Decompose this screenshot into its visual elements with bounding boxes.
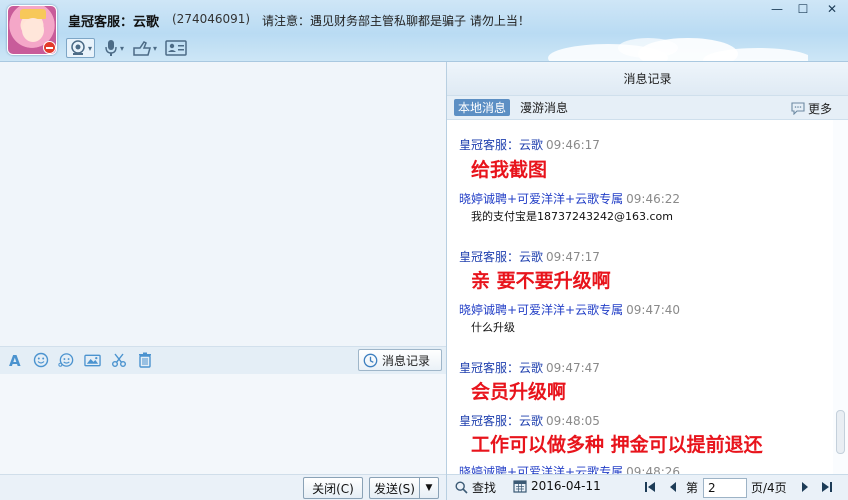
trash-icon[interactable] bbox=[136, 351, 153, 368]
history-title: 消息记录 bbox=[447, 62, 848, 96]
history-tabs: 本地消息 漫游消息 更多 bbox=[447, 96, 848, 120]
history-message-list[interactable]: 皇冠客服：云歌 09:46:17 给我截图 晓婷诚聘+可爱洋洋+云歌专属 09:46… bbox=[447, 120, 833, 474]
microphone-icon bbox=[105, 40, 117, 56]
page-suffix: 页/4页 bbox=[751, 481, 787, 495]
send-options-button[interactable]: ▼ bbox=[419, 477, 439, 499]
tab-local-messages[interactable]: 本地消息 bbox=[454, 99, 511, 116]
message-header: 晓婷诚聘+可爱洋洋+云歌专属 09:46:22 bbox=[459, 190, 680, 207]
magic-emoji-icon[interactable] bbox=[58, 351, 75, 368]
chat-message-area[interactable] bbox=[0, 62, 446, 346]
chevron-down-icon: ▼ bbox=[425, 483, 433, 493]
message-header: 晓婷诚聘+可爱洋洋+云歌专属 09:47:40 bbox=[459, 301, 680, 318]
message-sender[interactable]: 皇冠客服：云歌 bbox=[459, 361, 543, 375]
contact-id: (274046091) bbox=[172, 12, 251, 26]
contact-name[interactable]: 皇冠客服：云歌 bbox=[68, 11, 159, 30]
message-header: 皇冠客服：云歌 09:46:17 bbox=[459, 136, 600, 153]
header-toolbar: ▾ ▾ ▾ bbox=[66, 38, 187, 58]
message-text: 给我截图 bbox=[471, 159, 548, 181]
font-icon[interactable]: A bbox=[6, 351, 23, 368]
message-time: 09:48:05 bbox=[546, 414, 600, 428]
message-sender[interactable]: 晓婷诚聘+可爱洋洋+云歌专属 bbox=[459, 465, 623, 474]
message-history-label: 消息记录 bbox=[382, 353, 431, 368]
video-icon bbox=[71, 40, 85, 55]
last-page-icon[interactable] bbox=[821, 481, 833, 496]
message-history-button[interactable]: 消息记录 bbox=[358, 349, 442, 371]
clock-icon bbox=[363, 353, 378, 367]
next-page-icon[interactable] bbox=[800, 481, 810, 496]
more-button[interactable]: 更多 bbox=[791, 100, 832, 117]
svg-text:A: A bbox=[9, 352, 21, 368]
message-time: 09:46:22 bbox=[626, 192, 681, 206]
emoji-icon[interactable] bbox=[32, 351, 49, 368]
scroll-thumb[interactable] bbox=[836, 410, 845, 454]
more-label: 更多 bbox=[807, 102, 832, 116]
input-toolbar: A 消息记录 bbox=[0, 346, 446, 374]
search-label: 查找 bbox=[472, 481, 497, 495]
message-time: 09:48:26 bbox=[626, 465, 681, 474]
cloud-decoration bbox=[548, 38, 808, 61]
message-sender[interactable]: 皇冠客服：云歌 bbox=[459, 250, 543, 264]
page-prefix: 第 bbox=[686, 481, 699, 495]
send-button[interactable]: 发送(S) bbox=[369, 477, 419, 499]
message-history-panel: 消息记录 本地消息 漫游消息 更多 皇冠客服：云歌 09:46:17 给我截图 晓… bbox=[446, 62, 848, 500]
close-window-button[interactable]: ✕ bbox=[816, 0, 848, 18]
message-text: 我的支付宝是18737243242@163.com bbox=[471, 210, 673, 223]
chevron-down-icon[interactable]: ▾ bbox=[153, 44, 157, 53]
message-sender[interactable]: 晓婷诚聘+可爱洋洋+云歌专属 bbox=[459, 192, 623, 206]
send-contact-card-button[interactable] bbox=[165, 38, 187, 58]
tab-roaming-messages[interactable]: 漫游消息 bbox=[516, 99, 572, 116]
message-time: 09:46:17 bbox=[546, 138, 600, 152]
message-text: 什么升级 bbox=[471, 321, 515, 334]
maximize-button[interactable]: ☐ bbox=[790, 0, 816, 18]
chevron-down-icon[interactable]: ▾ bbox=[88, 44, 92, 53]
voice-call-button[interactable]: ▾ bbox=[103, 38, 124, 58]
calendar-icon bbox=[513, 480, 527, 493]
message-header: 皇冠客服：云歌 09:48:05 bbox=[459, 412, 600, 429]
message-text: 亲 要不要升级啊 bbox=[471, 270, 611, 292]
message-input[interactable] bbox=[0, 374, 446, 474]
image-icon[interactable] bbox=[84, 351, 101, 368]
first-page-icon[interactable] bbox=[644, 481, 656, 496]
contact-card-icon bbox=[165, 40, 187, 56]
avatar-face bbox=[22, 18, 44, 42]
message-time: 09:47:47 bbox=[546, 361, 600, 375]
chat-header: 皇冠客服：云歌 (274046091) 请注意：遇见财务部主管私聊都是骗子 请勿… bbox=[0, 0, 848, 62]
send-bar: 关闭(C) 发送(S) ▼ bbox=[0, 474, 446, 500]
message-sender[interactable]: 皇冠客服：云歌 bbox=[459, 414, 543, 428]
page-number-input[interactable] bbox=[703, 478, 747, 498]
share-icon bbox=[133, 41, 152, 56]
video-call-button[interactable]: ▾ bbox=[66, 38, 96, 58]
history-footer: 查找 2016-04-11 第 页/4页 bbox=[447, 474, 848, 500]
speech-bubble-icon bbox=[791, 102, 805, 115]
message-header: 皇冠客服：云歌 09:47:47 bbox=[459, 359, 600, 376]
message-sender[interactable]: 晓婷诚聘+可爱洋洋+云歌专属 bbox=[459, 303, 623, 317]
search-icon bbox=[455, 481, 468, 494]
close-button[interactable]: 关闭(C) bbox=[303, 477, 363, 499]
message-text: 工作可以做多种 押金可以提前退还 bbox=[471, 434, 763, 456]
date-picker[interactable]: 2016-04-11 bbox=[513, 479, 601, 493]
contact-signature: 请注意：遇见财务部主管私聊都是骗子 请勿上当！ bbox=[262, 14, 530, 28]
message-header: 晓婷诚聘+可爱洋洋+云歌专属 09:48:26 bbox=[459, 463, 680, 474]
search-button[interactable]: 查找 bbox=[455, 479, 496, 496]
window-controls: — ☐ ✕ bbox=[764, 0, 848, 18]
message-header: 皇冠客服：云歌 09:47:17 bbox=[459, 248, 600, 265]
remote-share-button[interactable]: ▾ bbox=[132, 38, 157, 58]
previous-page-icon[interactable] bbox=[668, 481, 678, 496]
history-scrollbar[interactable] bbox=[833, 120, 848, 474]
minimize-button[interactable]: — bbox=[764, 0, 790, 18]
message-sender[interactable]: 皇冠客服：云歌 bbox=[459, 138, 543, 152]
message-text: 会员升级啊 bbox=[471, 381, 567, 403]
chevron-down-icon[interactable]: ▾ bbox=[120, 44, 124, 53]
message-time: 09:47:40 bbox=[626, 303, 681, 317]
screenshot-icon[interactable] bbox=[110, 351, 127, 368]
message-time: 09:47:17 bbox=[546, 250, 600, 264]
date-label: 2016-04-11 bbox=[531, 479, 601, 493]
busy-status-icon bbox=[43, 41, 56, 54]
